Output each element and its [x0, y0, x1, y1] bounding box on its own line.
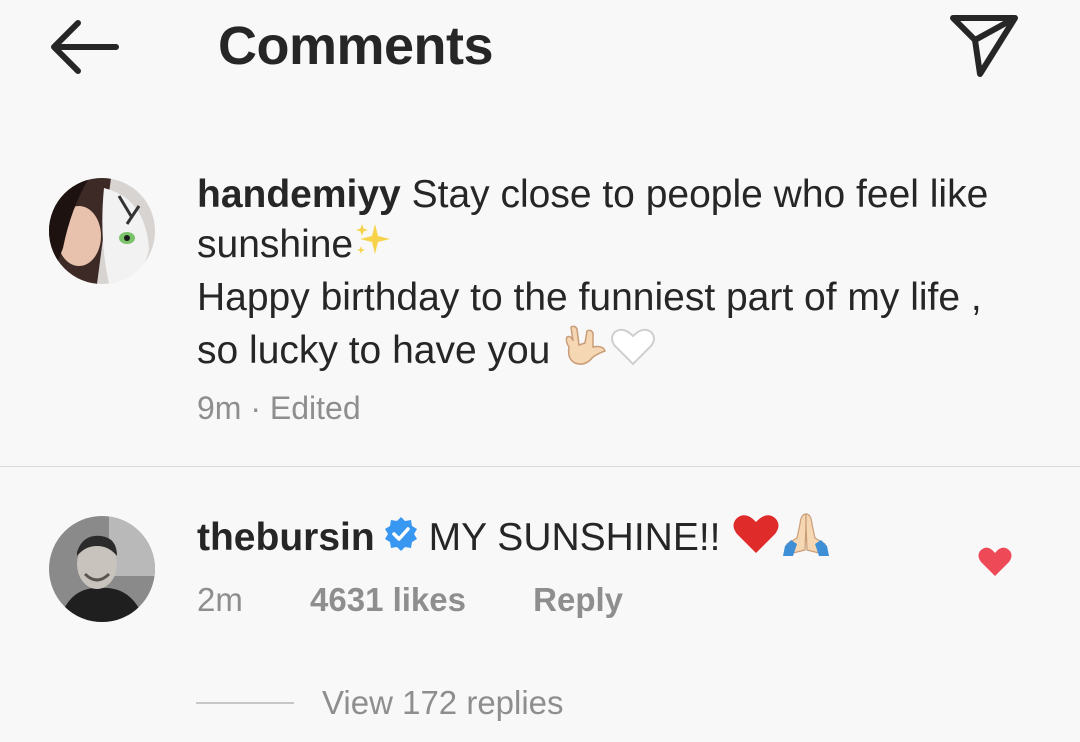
likes-count[interactable]: 4631 likes	[310, 581, 466, 618]
app-header: Comments	[0, 0, 1080, 95]
comment-text: thebursin MY SUNSHINE!!	[197, 510, 831, 569]
heart-filled-icon	[978, 547, 1012, 576]
comment-meta: 2m 4631 likes Reply	[197, 580, 681, 620]
caption-meta: 9m · Edited	[197, 388, 361, 428]
page-title: Comments	[218, 16, 494, 76]
like-button[interactable]	[977, 545, 1013, 577]
back-button[interactable]	[48, 18, 120, 76]
verified-badge-icon	[383, 515, 419, 565]
comment-time: 2m	[197, 581, 243, 618]
edited-label: Edited	[269, 390, 361, 426]
caption-text: handemiyy Stay close to people who feel …	[197, 170, 1027, 382]
replies-line	[196, 702, 294, 704]
paper-plane-icon	[950, 15, 1018, 77]
caption-username[interactable]: handemiyy	[197, 173, 401, 216]
comment-username[interactable]: thebursin	[197, 516, 375, 559]
love-you-gesture-icon	[561, 323, 609, 382]
view-replies-label: View 172 replies	[322, 684, 564, 721]
meta-separator: ·	[250, 390, 261, 426]
view-replies-button[interactable]: View 172 replies	[196, 684, 564, 724]
avatar[interactable]	[49, 178, 155, 284]
white-heart-icon	[609, 324, 657, 381]
share-button[interactable]	[948, 12, 1020, 80]
arrow-left-icon	[51, 20, 119, 74]
divider	[0, 466, 1080, 467]
red-heart-icon	[731, 511, 781, 568]
sparkles-icon	[353, 220, 393, 273]
folded-hands-icon	[781, 510, 831, 569]
caption-time: 9m	[197, 390, 242, 426]
avatar[interactable]	[49, 516, 155, 622]
reply-button[interactable]: Reply	[533, 581, 623, 618]
comment-message: MY SUNSHINE!!	[428, 515, 721, 559]
